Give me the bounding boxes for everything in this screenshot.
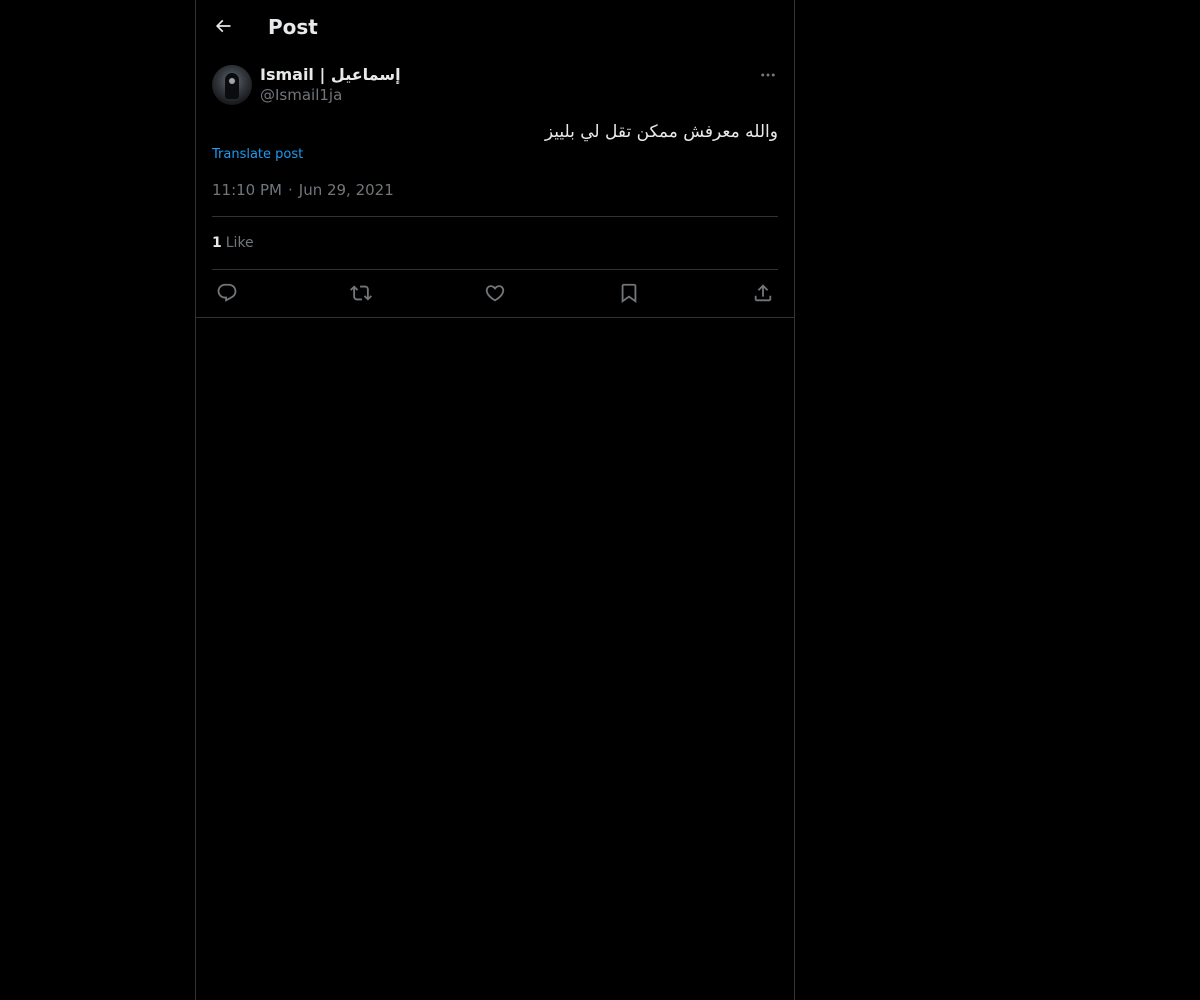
more-horizontal-icon <box>761 73 775 77</box>
author-display-name[interactable]: Ismail | إسماعيل <box>260 64 401 86</box>
share-button[interactable] <box>750 280 776 306</box>
post-timestamp: 11:10 PM · Jun 29, 2021 <box>212 180 394 200</box>
repost-button[interactable] <box>348 280 374 306</box>
post-time[interactable]: 11:10 PM <box>212 181 282 199</box>
avatar-highlight <box>229 78 235 84</box>
heart-icon <box>485 285 505 302</box>
bookmark-button[interactable] <box>616 280 642 306</box>
author-handle[interactable]: @Ismail1ja <box>260 85 342 105</box>
likes-label: Like <box>225 235 254 251</box>
header-bar: Post <box>196 0 794 54</box>
reply-icon <box>217 283 237 302</box>
divider-top <box>212 216 778 217</box>
post-date[interactable]: Jun 29, 2021 <box>299 181 394 199</box>
post-bottom-border <box>196 317 794 318</box>
reply-button[interactable] <box>214 280 240 306</box>
avatar[interactable] <box>212 65 252 105</box>
share-icon <box>754 284 772 302</box>
translate-post-link[interactable]: Translate post <box>212 145 303 165</box>
action-bar <box>196 270 794 317</box>
like-button[interactable] <box>482 280 508 306</box>
more-options-button[interactable] <box>757 64 779 86</box>
post-text: والله معرفش ممكن تقل لي بلييز <box>544 122 778 142</box>
meta-separator: · <box>287 181 293 199</box>
arrow-left-icon <box>215 19 231 33</box>
back-button[interactable] <box>208 11 238 41</box>
avatar-figure <box>225 73 239 99</box>
likes-count: 1 <box>212 235 222 251</box>
page-title: Post <box>268 15 318 39</box>
repost-icon <box>350 285 372 301</box>
post-column: Post Ismail | إسماعيل @Ismail1ja والله م… <box>195 0 795 1000</box>
bookmark-icon <box>621 283 637 304</box>
likes-count-link[interactable]: 1 Like <box>212 233 254 253</box>
